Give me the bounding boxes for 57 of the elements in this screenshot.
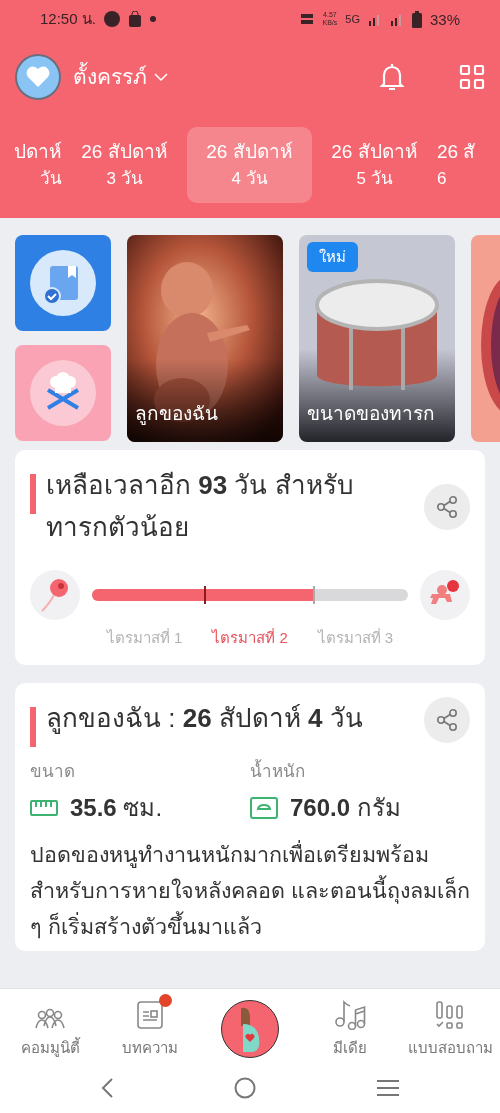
survey-icon: [435, 1000, 465, 1030]
recent-apps-icon[interactable]: [376, 1079, 400, 1097]
stat-label: ขนาด: [30, 761, 76, 783]
share-icon: [436, 708, 458, 732]
nav-tab[interactable]: มีเดีย: [300, 992, 400, 1060]
people-icon: [34, 1008, 66, 1030]
trimester-label: ไตรมาสที่ 3: [316, 627, 395, 648]
share-button[interactable]: [424, 484, 470, 530]
clock-time: 12:50 น.: [40, 9, 96, 29]
share-icon: [436, 495, 458, 519]
nav-tab[interactable]: บทความ: [100, 992, 200, 1060]
nav-tab[interactable]: แบบสอบถาม: [400, 992, 500, 1060]
feature-card[interactable]: ลูกของฉัน: [127, 235, 283, 442]
stat-value: 760.0 กรัม: [290, 793, 401, 823]
signal-icon: [367, 12, 382, 26]
shortcut-tile[interactable]: [15, 345, 111, 441]
trimester-label: ไตรมาสที่ 2: [210, 627, 289, 648]
grid-menu-icon[interactable]: [459, 63, 485, 90]
pregnancy-dropdown[interactable]: ตั้งครรภ์: [73, 60, 169, 93]
feature-card[interactable]: ใหม่ ขนาดของทารก: [299, 235, 455, 442]
chef-spoons-icon: [30, 360, 96, 426]
trimester-label: ไตรมาสที่ 1: [105, 627, 184, 648]
article-icon: [136, 1000, 164, 1030]
shopping-bag-icon: [127, 11, 142, 27]
baby-week-title: ลูกของฉัน : 26 สัปดาห์ 4 วัน: [46, 702, 364, 736]
chevron-down-icon: [153, 71, 169, 82]
ruler-icon: [30, 799, 58, 816]
day-tab[interactable]: 26 สัปดาห์ 3 วัน: [62, 127, 187, 203]
network-type: 5G: [345, 13, 360, 25]
nav-tab[interactable]: คอมมูนิตี้: [0, 992, 100, 1060]
scale-icon: [250, 796, 278, 819]
day-tab[interactable]: 26 สั 6: [437, 127, 500, 203]
sperm-icon: [30, 570, 80, 620]
battery-icon: [411, 10, 422, 28]
stat-label: น้ำหนัก: [250, 757, 470, 784]
music-notes-icon: [334, 1000, 366, 1030]
dot-icon: [149, 16, 156, 22]
signal-icon: [389, 12, 404, 26]
stat-value: 35.6 ซม.: [70, 793, 163, 823]
profile-avatar[interactable]: [15, 53, 61, 100]
card-title: ขนาดของทารก: [307, 402, 435, 426]
bell-icon[interactable]: [379, 61, 405, 92]
countdown-title: เหลือเวลาอีก 93 วัน สำหรับทารกตัวน้อย: [46, 469, 355, 544]
day-tab[interactable]: ปดาห์ วัน: [0, 127, 62, 203]
day-tab[interactable]: 26 สัปดาห์ 4 วัน: [187, 127, 312, 203]
card-title: ลูกของฉัน: [135, 402, 218, 427]
baby-description: ปอดของหนูทำงานหนักมากเพื่อเตรียมพร้อมสำหรับการหายใจหลังคลอด และตอนนี้ถุงลมเล็ก ๆ ก็เริ่มสร้างตัวขึ้นมาแล้ว: [30, 837, 470, 945]
back-icon[interactable]: [100, 1077, 114, 1099]
crawling-baby-icon: [420, 570, 470, 620]
home-button-icon[interactable]: [234, 1077, 256, 1099]
heart-icon: [26, 66, 50, 87]
shortcut-tile[interactable]: [15, 235, 111, 331]
book-check-icon: [30, 250, 96, 316]
share-button[interactable]: [424, 697, 470, 743]
battery-level: 33%: [429, 10, 460, 28]
new-badge: ใหม่: [307, 242, 358, 272]
day-tab[interactable]: 26 สัปดาห์ 5 วัน: [312, 127, 437, 203]
